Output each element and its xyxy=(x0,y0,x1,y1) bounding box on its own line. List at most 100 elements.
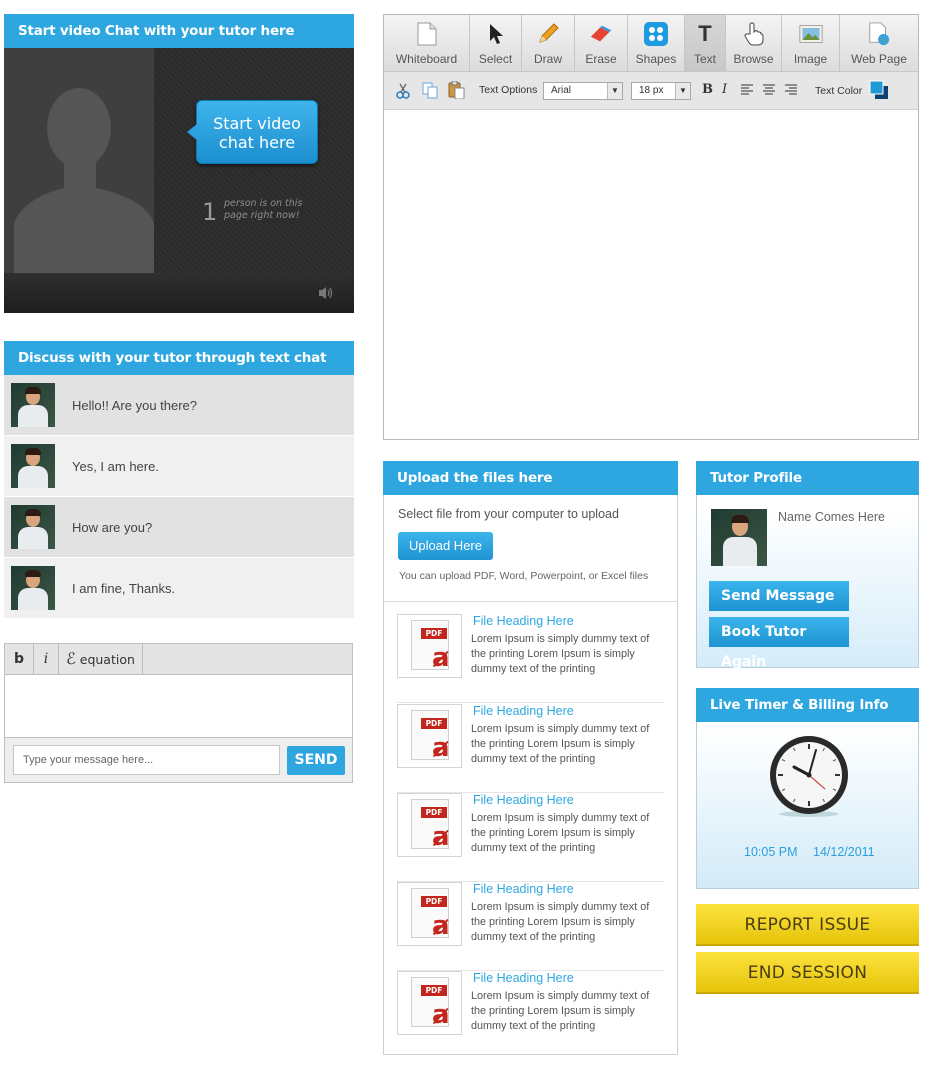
text-icon: T xyxy=(698,21,712,46)
tutor-avatar xyxy=(711,509,767,566)
file-item[interactable]: PDF ⱥ File Heading Here Lorem Ipsum is si… xyxy=(397,793,664,882)
chat-messages: Hello!! Are you there? Yes, I am here. H… xyxy=(4,375,354,619)
image-icon xyxy=(798,22,823,46)
text-options-label: Text Options xyxy=(479,84,538,96)
end-session-button[interactable]: END SESSION xyxy=(696,952,919,994)
chat-message: How are you? xyxy=(4,497,354,558)
font-select[interactable]: Arial ▼ xyxy=(543,82,623,100)
upload-button[interactable]: Upload Here xyxy=(398,532,493,560)
tool-label: Image xyxy=(793,52,828,66)
pdf-icon: PDF ⱥ xyxy=(397,971,462,1035)
book-tutor-again-button[interactable]: Book Tutor Again xyxy=(709,617,849,670)
whiteboard-toolbar: Whiteboard Select Draw Erase Shapes T Te… xyxy=(384,15,918,72)
tool-select[interactable]: Select xyxy=(470,15,522,71)
page-icon xyxy=(415,22,439,46)
tool-label: Draw xyxy=(533,52,562,66)
file-description: Lorem Ipsum is simply dummy text of the … xyxy=(471,723,650,765)
send-message-button[interactable]: Send Message xyxy=(709,581,849,611)
tool-browse[interactable]: Browse xyxy=(726,15,782,71)
file-description: Lorem Ipsum is simply dummy text of the … xyxy=(471,812,650,854)
tool-label: Shapes xyxy=(635,52,677,66)
file-title[interactable]: File Heading Here xyxy=(473,793,574,807)
copy-icon[interactable] xyxy=(422,82,438,102)
tutor-name: Name Comes Here xyxy=(778,510,885,524)
tool-image[interactable]: Image xyxy=(782,15,840,71)
tutor-panel-header: Tutor Profile xyxy=(696,461,919,495)
tool-label: Text xyxy=(693,52,716,66)
report-issue-button[interactable]: REPORT ISSUE xyxy=(696,904,919,946)
message-input[interactable]: Type your message here... xyxy=(13,745,280,775)
avatar xyxy=(11,383,55,427)
font-size-value: 18 px xyxy=(639,85,664,96)
editor-toolbar: b i ℰ equation xyxy=(5,644,352,675)
italic-button[interactable]: i xyxy=(34,644,59,674)
chevron-down-icon: ▼ xyxy=(675,83,690,99)
chevron-down-icon: ▼ xyxy=(607,83,622,99)
equation-label: equation xyxy=(79,652,135,667)
upload-description: Select file from your computer to upload xyxy=(398,507,619,521)
chat-panel-header: Discuss with your tutor through text cha… xyxy=(4,341,354,375)
tool-text[interactable]: T Text xyxy=(685,15,726,71)
clock-icon xyxy=(770,736,848,817)
file-title[interactable]: File Heading Here xyxy=(473,704,574,718)
timer-time: 10:05 PM xyxy=(744,845,798,859)
message-compose-area[interactable] xyxy=(5,675,352,738)
timer-panel-header: Live Timer & Billing Info xyxy=(696,688,919,722)
timer-date: 14/12/2011 xyxy=(813,845,875,859)
video-chat-panel: Start video Chat with your tutor here St… xyxy=(4,14,354,314)
pencil-icon xyxy=(536,22,560,46)
file-item[interactable]: PDF ⱥ File Heading Here Lorem Ipsum is si… xyxy=(397,704,664,793)
pdf-icon: PDF ⱥ xyxy=(397,793,462,857)
font-select-value: Arial xyxy=(551,85,572,96)
chat-message: Yes, I am here. xyxy=(4,436,354,497)
video-panel-header: Start video Chat with your tutor here xyxy=(4,14,354,48)
equation-button[interactable]: ℰ equation xyxy=(59,644,143,674)
hand-icon xyxy=(742,22,766,46)
text-color-swatch[interactable] xyxy=(869,80,889,103)
whiteboard-panel: Whiteboard Select Draw Erase Shapes T Te… xyxy=(383,14,919,440)
file-title[interactable]: File Heading Here xyxy=(473,971,574,985)
upload-panel-header: Upload the files here xyxy=(383,461,678,495)
italic-icon[interactable]: I xyxy=(722,82,727,97)
tool-erase[interactable]: Erase xyxy=(575,15,628,71)
file-description: Lorem Ipsum is simply dummy text of the … xyxy=(471,990,650,1032)
tool-whiteboard[interactable]: Whiteboard xyxy=(384,15,470,71)
bold-button[interactable]: b xyxy=(5,644,34,674)
file-title[interactable]: File Heading Here xyxy=(473,882,574,896)
video-screen: Start video chat here 1 person is on thi… xyxy=(4,48,354,273)
cut-icon[interactable] xyxy=(396,83,410,102)
video-controls-bar xyxy=(4,273,354,313)
align-right-icon[interactable] xyxy=(785,84,797,98)
tool-label: Erase xyxy=(585,52,617,66)
chat-message-text: Hello!! Are you there? xyxy=(72,397,198,413)
chat-message-text: I am fine, Thanks. xyxy=(72,580,176,596)
tool-label: Web Page xyxy=(851,52,907,66)
send-button[interactable]: SEND xyxy=(287,745,345,775)
upload-note: You can upload PDF, Word, Powerpoint, or… xyxy=(399,570,649,582)
equation-icon: ℰ xyxy=(66,649,76,668)
tutor-profile-panel: Tutor Profile Name Comes Here Send Messa… xyxy=(696,461,919,670)
align-center-icon[interactable] xyxy=(763,84,775,98)
file-item[interactable]: PDF ⱥ File Heading Here Lorem Ipsum is si… xyxy=(397,971,663,1060)
file-title[interactable]: File Heading Here xyxy=(473,614,574,628)
file-description: Lorem Ipsum is simply dummy text of the … xyxy=(471,901,650,943)
whiteboard-canvas[interactable] xyxy=(384,111,918,439)
tool-draw[interactable]: Draw xyxy=(522,15,575,71)
file-item[interactable]: PDF ⱥ File Heading Here Lorem Ipsum is si… xyxy=(397,614,664,703)
eraser-icon xyxy=(589,22,613,46)
align-left-icon[interactable] xyxy=(741,84,753,98)
bold-icon[interactable]: B xyxy=(702,82,713,97)
paste-icon[interactable] xyxy=(448,80,465,102)
file-item[interactable]: PDF ⱥ File Heading Here Lorem Ipsum is si… xyxy=(397,882,664,971)
text-chat-panel: Discuss with your tutor through text cha… xyxy=(4,341,354,619)
chat-message: Hello!! Are you there? xyxy=(4,375,354,436)
tool-web-page[interactable]: Web Page xyxy=(840,15,918,71)
font-size-select[interactable]: 18 px ▼ xyxy=(631,82,691,100)
text-options-bar: Text Options Arial ▼ 18 px ▼ B I Text Co… xyxy=(384,72,918,110)
start-video-chat-button[interactable]: Start video chat here xyxy=(187,100,318,164)
tool-label: Whiteboard xyxy=(395,52,458,66)
tool-shapes[interactable]: Shapes xyxy=(628,15,685,71)
chat-message-text: Yes, I am here. xyxy=(72,458,159,474)
speaker-icon[interactable] xyxy=(318,286,334,304)
tool-label: Browse xyxy=(733,52,774,66)
